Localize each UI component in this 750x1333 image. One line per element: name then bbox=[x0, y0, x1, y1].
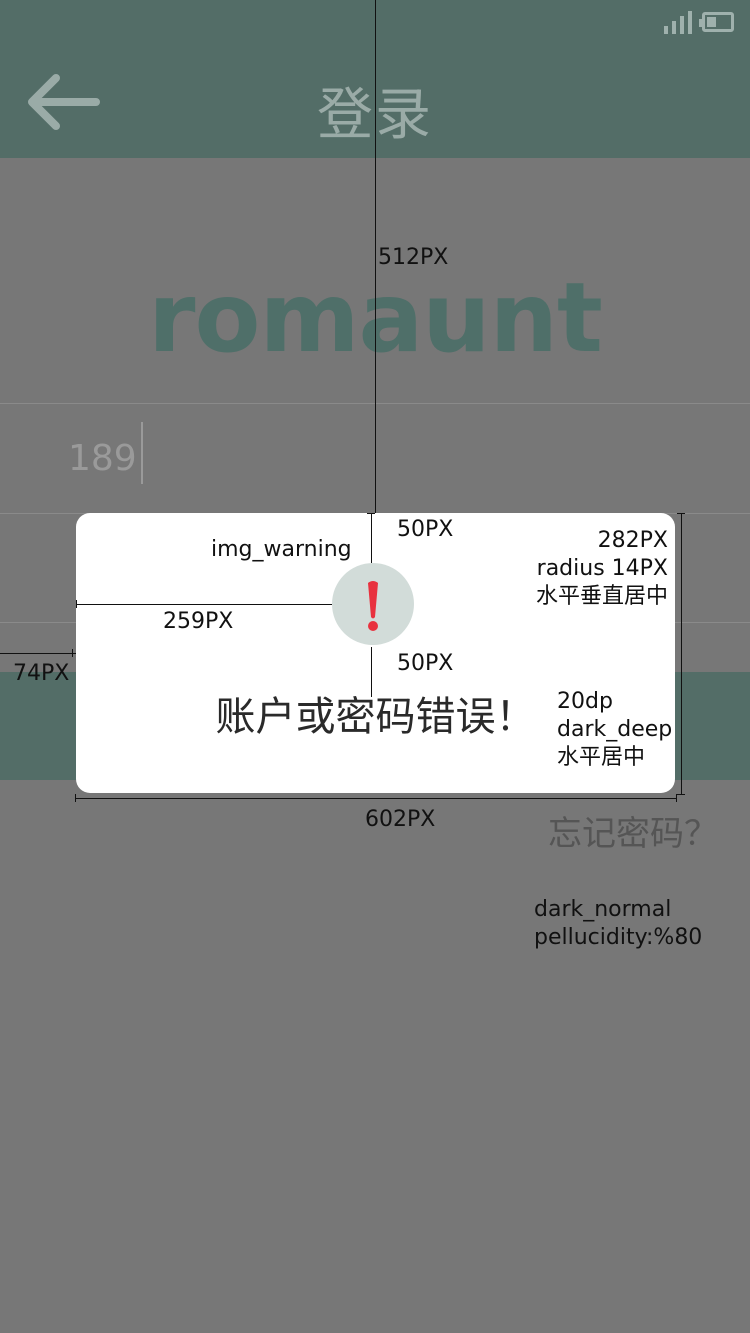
spec-radius: radius 14PX bbox=[536, 556, 668, 581]
spec-text-align: 水平居中 bbox=[557, 745, 646, 770]
dimension-label: 259PX bbox=[163, 609, 234, 634]
dimension-tick bbox=[72, 649, 73, 657]
spec-overlay-color: dark_normal bbox=[534, 897, 672, 922]
dimension-label: 512PX bbox=[378, 245, 449, 270]
warning-icon bbox=[332, 563, 414, 645]
overlay-spec-note: dark_normal pellucidity:%80 bbox=[534, 896, 702, 952]
dialog-spec-note: 282PX radius 14PX 水平垂直居中 bbox=[529, 527, 668, 611]
text-caret bbox=[140, 422, 143, 484]
dimension-line bbox=[371, 647, 372, 697]
image-label: img_warning bbox=[211, 537, 352, 562]
spec-text-size: 20dp bbox=[557, 689, 613, 714]
dimension-label: 74PX bbox=[13, 661, 70, 686]
dimension-tick bbox=[76, 600, 77, 608]
spec-align: 水平垂直居中 bbox=[535, 584, 668, 609]
dimension-line bbox=[375, 0, 376, 513]
dimension-line bbox=[75, 798, 677, 799]
spec-overlay-opacity: pellucidity:%80 bbox=[534, 925, 703, 950]
spec-height: 282PX bbox=[597, 528, 668, 553]
forgot-password-link[interactable]: 忘记密码？ bbox=[548, 806, 718, 855]
status-bar bbox=[664, 10, 734, 34]
dimension-tick bbox=[677, 794, 685, 795]
dimension-line bbox=[371, 513, 372, 563]
dimension-label: 50PX bbox=[397, 517, 454, 542]
text-spec-note: 20dp dark_deep 水平居中 bbox=[557, 688, 672, 772]
dimension-tick bbox=[677, 513, 685, 514]
dimension-line bbox=[681, 513, 682, 795]
dimension-tick bbox=[676, 794, 677, 802]
dimension-line bbox=[76, 604, 332, 605]
signal-icon bbox=[664, 10, 692, 34]
dimension-label: 602PX bbox=[365, 807, 436, 832]
dimension-tick bbox=[367, 513, 375, 514]
spec-text-color: dark_deep bbox=[557, 717, 673, 742]
dimension-line bbox=[0, 653, 76, 654]
battery-icon bbox=[699, 12, 734, 32]
dimension-label: 50PX bbox=[397, 651, 454, 676]
dimension-tick bbox=[75, 794, 76, 802]
phone-input[interactable]: 189 bbox=[68, 422, 143, 484]
exclamation-icon bbox=[368, 581, 378, 631]
phone-input-value: 189 bbox=[68, 438, 137, 479]
